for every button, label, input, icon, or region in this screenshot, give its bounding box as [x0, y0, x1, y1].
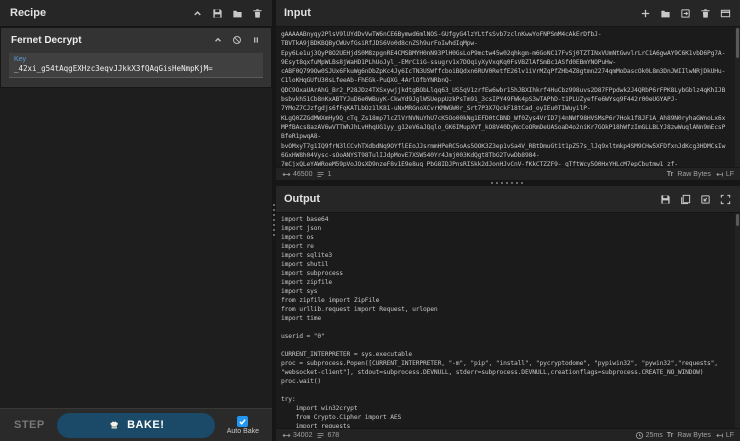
- length-icon: [282, 431, 291, 440]
- output-lines-indicator: 678: [316, 431, 339, 440]
- input-header: Input: [276, 0, 740, 27]
- auto-bake-control: Auto Bake: [227, 416, 259, 435]
- output-header: Output: [276, 186, 740, 213]
- output-viewer[interactable]: import base64 import json import os impo…: [276, 213, 740, 428]
- input-encoding-value[interactable]: Raw Bytes: [677, 171, 710, 178]
- output-encoding-value[interactable]: Raw Bytes: [677, 432, 710, 439]
- copy-output-icon[interactable]: [678, 192, 692, 206]
- key-field-label: Key: [14, 55, 258, 64]
- recipe-list[interactable]: Fernet Decrypt Key _42xi_g54tAqgEXHzc3eq…: [0, 27, 272, 408]
- output-scrollbar[interactable]: [735, 213, 740, 428]
- save-recipe-icon[interactable]: [210, 6, 224, 20]
- recipe-title: Recipe: [10, 7, 46, 19]
- eol-arrow-icon: [715, 431, 724, 440]
- add-input-tab-icon[interactable]: [638, 6, 652, 20]
- clock-icon: [635, 431, 644, 440]
- operation-fernet-decrypt[interactable]: Fernet Decrypt Key _42xi_g54tAqgEXHzc3eq…: [0, 27, 272, 88]
- lines-icon: [316, 431, 325, 440]
- auto-bake-checkbox[interactable]: [237, 416, 248, 427]
- maximise-pane-icon[interactable]: [718, 6, 732, 20]
- load-recipe-folder-icon[interactable]: [230, 6, 244, 20]
- disable-operation-icon[interactable]: [230, 33, 244, 47]
- io-column: Input gAAAAABnyqy2PlsV9lUYdDvVwTW6nCE6By: [276, 0, 740, 441]
- op-collapse-icon[interactable]: [211, 33, 225, 47]
- bake-button-label: BAKE!: [127, 419, 164, 431]
- recipe-panel: Recipe Fernet Decrypt: [0, 0, 272, 441]
- output-charenc-button[interactable]: Tr: [667, 432, 674, 439]
- collapse-icon[interactable]: [190, 6, 204, 20]
- key-field[interactable]: Key _42xi_g54tAqgEXHzc3eqvJJkkX3fQAqGisH…: [9, 53, 263, 78]
- input-title: Input: [284, 7, 311, 19]
- input-lines-indicator: 1: [316, 170, 331, 179]
- bake-bar: STEP BAKE! Auto Bake: [0, 408, 272, 441]
- output-eol-button[interactable]: LF: [715, 431, 734, 440]
- input-text[interactable]: gAAAAABnyqy2PlsV9lUYdDvVwTW6nCE6Bymwd6ml…: [276, 27, 740, 167]
- replace-input-icon[interactable]: [698, 192, 712, 206]
- input-editor[interactable]: gAAAAABnyqy2PlsV9lUYdDvVwTW6nCE6Bymwd6ml…: [276, 27, 740, 167]
- clear-io-trash-icon[interactable]: [698, 6, 712, 20]
- lines-icon: [316, 170, 325, 179]
- bake-time-indicator: 25ms: [635, 431, 663, 440]
- output-text[interactable]: import base64 import json import os impo…: [276, 213, 740, 428]
- output-panel: Output import base64 import json import …: [276, 186, 740, 441]
- expand-output-icon[interactable]: [718, 192, 732, 206]
- output-title: Output: [284, 193, 320, 205]
- operation-header: Fernet Decrypt: [1, 28, 271, 50]
- input-eol-button[interactable]: LF: [715, 170, 734, 179]
- open-folder-icon[interactable]: [658, 6, 672, 20]
- operation-name: Fernet Decrypt: [11, 35, 82, 46]
- clear-recipe-trash-icon[interactable]: [250, 6, 264, 20]
- key-field-value[interactable]: _42xi_g54tAqgEXHzc3eqvJJkkX3fQAqGisHeNmp…: [14, 64, 258, 74]
- input-status-bar: 46500 1 Tr Raw Bytes LF: [276, 167, 740, 180]
- breakpoint-pause-icon[interactable]: [249, 33, 263, 47]
- eol-arrow-icon: [715, 170, 724, 179]
- input-scrollbar[interactable]: [735, 27, 740, 167]
- save-output-icon[interactable]: [658, 192, 672, 206]
- auto-bake-label: Auto Bake: [227, 428, 259, 435]
- cyberchef-app: Recipe Fernet Decrypt: [0, 0, 740, 441]
- output-status-bar: 34002 678 25ms Tr Raw Bytes LF: [276, 428, 740, 441]
- input-panel: Input gAAAAABnyqy2PlsV9lUYdDvVwTW6nCE6By: [276, 0, 740, 180]
- chef-hat-icon: [107, 418, 121, 432]
- open-file-icon[interactable]: [678, 6, 692, 20]
- length-icon: [282, 170, 291, 179]
- bake-button[interactable]: BAKE!: [57, 413, 215, 438]
- input-length-indicator: 46500: [282, 170, 312, 179]
- input-charenc-button[interactable]: Tr: [667, 171, 674, 178]
- output-length-indicator: 34002: [282, 431, 312, 440]
- step-button[interactable]: STEP: [14, 419, 45, 431]
- recipe-header: Recipe: [0, 0, 272, 27]
